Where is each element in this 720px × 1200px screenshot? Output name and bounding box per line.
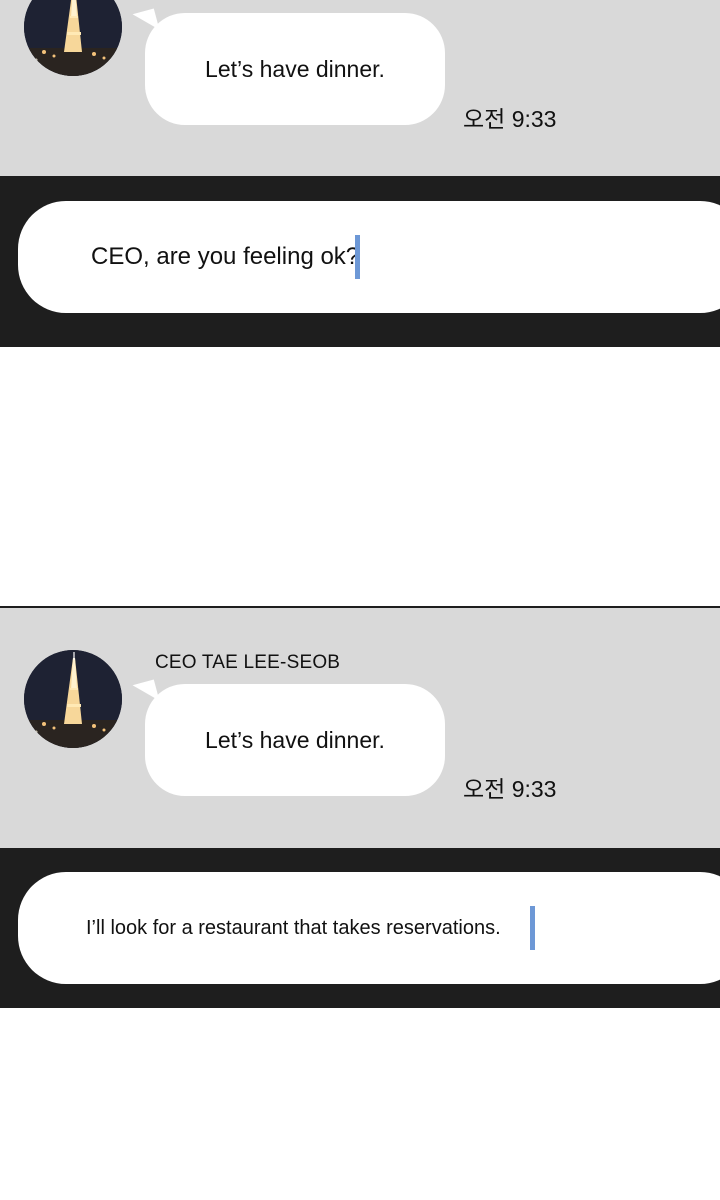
message-input[interactable]: CEO, are you feeling ok? (18, 201, 720, 313)
input-bar: I’ll look for a restaurant that takes re… (0, 848, 720, 1008)
message-text: Let’s have dinner. (205, 55, 385, 82)
eiffel-tower-night-icon (24, 0, 122, 76)
contact-avatar[interactable] (24, 650, 122, 748)
input-bar: CEO, are you feeling ok? (0, 176, 720, 347)
message-timestamp: 오전 9:33 (463, 106, 557, 132)
message-input[interactable]: I’ll look for a restaurant that takes re… (18, 872, 720, 984)
panel-1: Let’s have dinner. 오전 9:33 CEO, are you … (0, 0, 720, 347)
chat-area: CEO TAE LEE-SEOB Let’s have dinner. 오전 9… (0, 608, 720, 848)
input-text: I’ll look for a restaurant that takes re… (86, 916, 501, 939)
sender-name: CEO TAE LEE-SEOB (155, 652, 341, 673)
bubble-tail (132, 679, 160, 707)
message-bubble: Let’s have dinner. (132, 679, 445, 796)
text-cursor (355, 235, 360, 279)
panel-2: CEO TAE LEE-SEOB Let’s have dinner. 오전 9… (0, 608, 720, 1008)
input-text: CEO, are you feeling ok? (91, 243, 360, 270)
chat-area: Let’s have dinner. 오전 9:33 (0, 0, 720, 176)
message-timestamp: 오전 9:33 (463, 776, 557, 802)
bubble-tail (132, 8, 160, 36)
message-bubble: Let’s have dinner. (132, 8, 445, 125)
text-cursor (530, 906, 535, 950)
eiffel-tower-night-icon (24, 650, 122, 748)
message-text: Let’s have dinner. (205, 726, 385, 753)
contact-avatar[interactable] (24, 0, 122, 76)
